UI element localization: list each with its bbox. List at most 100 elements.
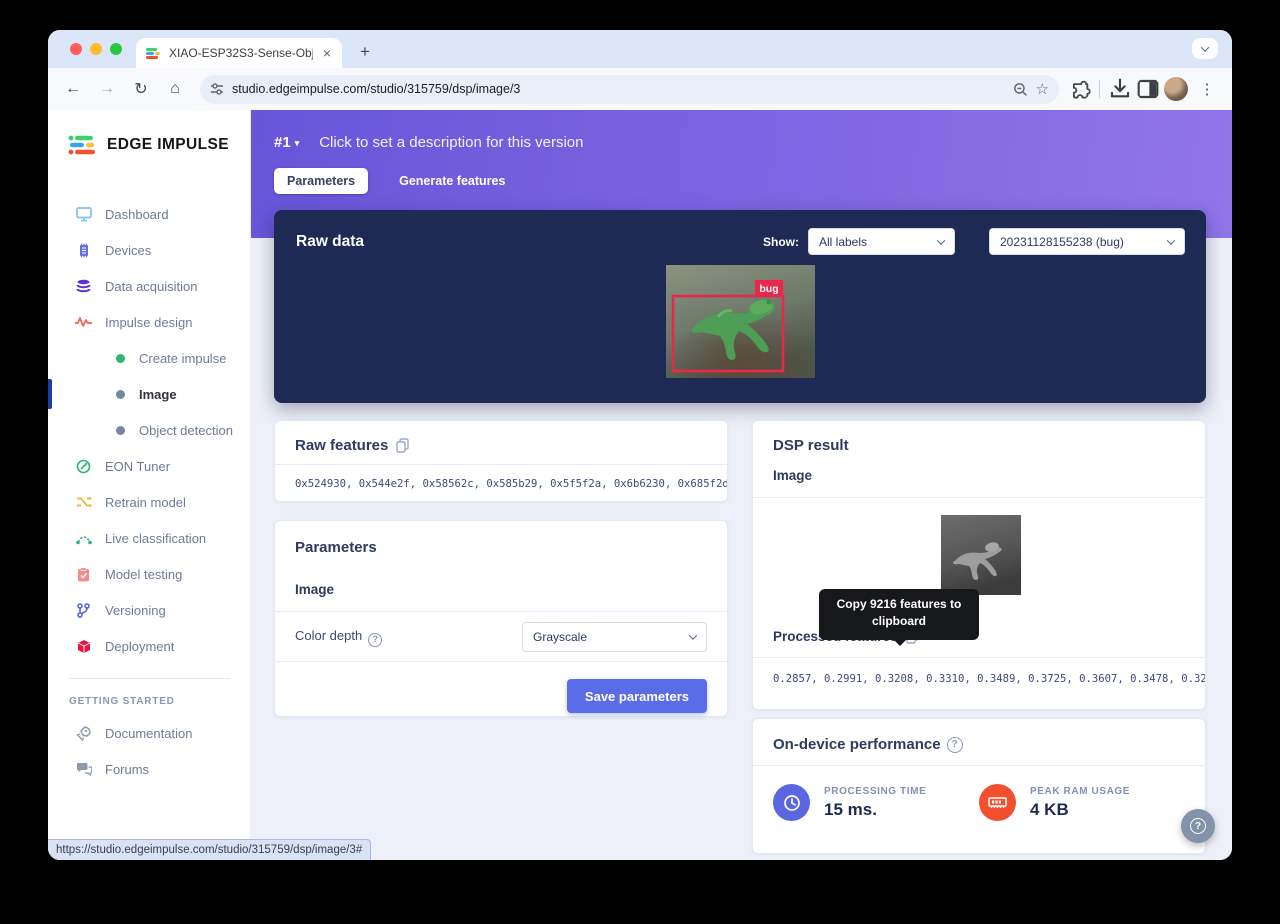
question-icon: ? [1190, 818, 1206, 834]
extensions-icon[interactable] [1069, 78, 1091, 100]
waveform-icon [75, 316, 92, 328]
minimize-window-button[interactable] [90, 43, 102, 55]
raw-features-values: 0x524930, 0x544e2f, 0x58562c, 0x585b29, … [275, 465, 727, 503]
sidebar-item-create-impulse[interactable]: Create impulse [48, 340, 250, 376]
browser-menu-icon[interactable]: ⋮ [1192, 74, 1222, 104]
processing-time-metric: PROCESSING TIME 15 ms. [773, 784, 979, 821]
processing-time-value: 15 ms. [824, 800, 926, 820]
create-impulse-dot-icon [116, 354, 125, 363]
edge-impulse-logo[interactable]: EDGE IMPULSE [48, 110, 250, 156]
sidebar-item-model-testing[interactable]: Model testing [48, 556, 250, 592]
logo-wordmark: EDGE IMPULSE [107, 136, 229, 154]
tab-search-button[interactable] [1192, 38, 1218, 59]
sidebar-item-live-classification[interactable]: Live classification [48, 520, 250, 556]
processed-image [941, 515, 1021, 600]
documentation-rocket-icon [75, 726, 92, 741]
versioning-branch-icon [75, 603, 92, 618]
sidebar-item-deployment[interactable]: Deployment [48, 628, 250, 664]
site-settings-icon[interactable] [210, 82, 224, 96]
sidebar-item-retrain-model[interactable]: Retrain model [48, 484, 250, 520]
sidebar-item-eon-tuner[interactable]: EON Tuner [48, 448, 250, 484]
forums-chat-icon [75, 762, 92, 776]
caret-down-icon: ▾ [295, 138, 300, 149]
chevron-down-icon [689, 631, 697, 639]
browser-window: XIAO-ESP32S3-Sense-Objec × + ← → ↻ ⌂ stu… [48, 30, 1232, 860]
browser-tab[interactable]: XIAO-ESP32S3-Sense-Objec × [136, 38, 342, 68]
devices-icon [75, 243, 92, 258]
image-dot-icon [116, 390, 125, 399]
divider [753, 497, 1205, 498]
dsp-result-title: DSP result [773, 437, 849, 454]
tab-strip: XIAO-ESP32S3-Sense-Objec × + [48, 30, 1232, 68]
side-panel-icon[interactable] [1136, 77, 1160, 101]
bbox-label: bug [759, 283, 778, 295]
copy-tooltip: Copy 9216 features to clipboard [819, 589, 979, 640]
color-depth-select[interactable]: Grayscale [522, 622, 707, 652]
version-description[interactable]: Click to set a description for this vers… [309, 134, 583, 151]
dsp-tabs: Parameters Generate features [274, 168, 518, 194]
getting-started-heading: GETTING STARTED [48, 679, 250, 709]
sidebar-item-forums[interactable]: Forums [48, 751, 250, 787]
address-bar[interactable]: studio.edgeimpulse.com/studio/315759/dsp… [200, 75, 1059, 104]
browser-toolbar: ← → ↻ ⌂ studio.edgeimpulse.com/studio/31… [48, 68, 1232, 110]
help-fab-button[interactable]: ? [1181, 809, 1215, 843]
sidebar-item-data-acquisition[interactable]: Data acquisition [48, 268, 250, 304]
maximize-window-button[interactable] [110, 43, 122, 55]
processed-features-values: 0.2857, 0.2991, 0.3208, 0.3310, 0.3489, … [753, 673, 1205, 685]
sidebar-item-object-detection[interactable]: Object detection [48, 412, 250, 448]
active-indicator [48, 379, 52, 409]
dsp-section-image: Image [773, 468, 812, 483]
raw-features-title: Raw features [295, 437, 388, 454]
tab-close-icon[interactable]: × [320, 45, 334, 61]
dsp-result-card: DSP result Image Copy [752, 420, 1206, 710]
sidebar-item-devices[interactable]: Devices [48, 232, 250, 268]
raw-features-card: Raw features 0x524930, 0x544e2f, 0x58562… [274, 420, 728, 502]
parameters-title: Parameters [295, 539, 377, 556]
peak-ram-value: 4 KB [1030, 800, 1130, 820]
profile-avatar[interactable] [1164, 77, 1188, 101]
sample-select[interactable]: 20231128155238 (bug) [989, 228, 1185, 255]
performance-help-icon[interactable]: ? [947, 737, 963, 753]
sidebar-item-versioning[interactable]: Versioning [48, 592, 250, 628]
peak-ram-metric: PEAK RAM USAGE 4 KB [979, 784, 1185, 821]
url-text[interactable]: studio.edgeimpulse.com/studio/315759/dsp… [232, 82, 1005, 96]
version-selector[interactable]: #1 ▾ [274, 134, 299, 151]
close-window-button[interactable] [70, 43, 82, 55]
sidebar-item-dashboard[interactable]: Dashboard [48, 196, 250, 232]
color-depth-label: Color depth? [295, 628, 522, 645]
sidebar-item-documentation[interactable]: Documentation [48, 715, 250, 751]
tab-parameters[interactable]: Parameters [274, 168, 368, 194]
edge-impulse-favicon [146, 46, 162, 60]
peak-ram-label: PEAK RAM USAGE [1030, 786, 1130, 797]
sidebar-item-impulse-design[interactable]: Impulse design [48, 304, 250, 340]
raw-data-title: Raw data [296, 233, 763, 251]
object-detection-dot-icon [116, 426, 125, 435]
shuffle-icon [75, 496, 92, 508]
divider [753, 657, 1205, 658]
processing-time-label: PROCESSING TIME [824, 786, 926, 797]
chevron-down-icon [937, 236, 945, 244]
back-button[interactable]: ← [58, 74, 88, 104]
zoom-icon[interactable] [1013, 82, 1028, 97]
save-parameters-button[interactable]: Save parameters [567, 679, 707, 713]
forward-button[interactable]: → [92, 74, 122, 104]
home-button[interactable]: ⌂ [160, 74, 190, 104]
bookmark-star-icon[interactable]: ☆ [1036, 80, 1049, 98]
eon-tuner-icon [75, 459, 92, 474]
dashboard-icon [75, 207, 92, 222]
ram-icon [979, 784, 1016, 821]
edge-impulse-logo-icon [68, 134, 98, 156]
tab-title: XIAO-ESP32S3-Sense-Objec [169, 46, 313, 60]
help-icon[interactable]: ? [368, 633, 382, 647]
performance-title: On-device performance [773, 736, 941, 753]
new-tab-button[interactable]: + [352, 39, 378, 65]
label-filter-select[interactable]: All labels [808, 228, 955, 255]
sidebar-nav: Dashboard Devices Data acquisition Impul… [48, 196, 250, 664]
reload-button[interactable]: ↻ [126, 74, 156, 104]
copy-raw-features-icon[interactable] [396, 438, 409, 453]
deployment-box-icon [75, 639, 92, 654]
clock-icon [773, 784, 810, 821]
sidebar-item-image[interactable]: Image [48, 376, 250, 412]
download-icon[interactable] [1108, 77, 1132, 101]
tab-generate-features[interactable]: Generate features [386, 168, 518, 194]
